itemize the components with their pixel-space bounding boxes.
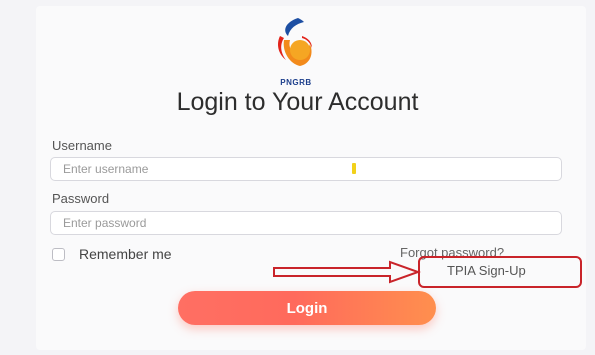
remember-me-checkbox[interactable] [52,247,65,261]
remember-me-row[interactable]: Remember me [52,246,172,262]
username-input[interactable] [50,157,562,181]
login-button[interactable]: Login [178,291,436,325]
remember-me-label: Remember me [79,246,172,262]
password-input[interactable] [50,211,562,235]
username-label: Username [52,138,112,153]
login-page: PNGRB Login to Your Account Username Pas… [0,0,595,355]
right-arrow-icon [273,260,421,284]
password-label: Password [52,191,110,206]
text-cursor-highlight [352,163,356,174]
logo-text: PNGRB [280,78,312,87]
tpia-signup-link[interactable]: TPIA Sign-Up [447,263,526,278]
page-title: Login to Your Account [176,88,419,116]
